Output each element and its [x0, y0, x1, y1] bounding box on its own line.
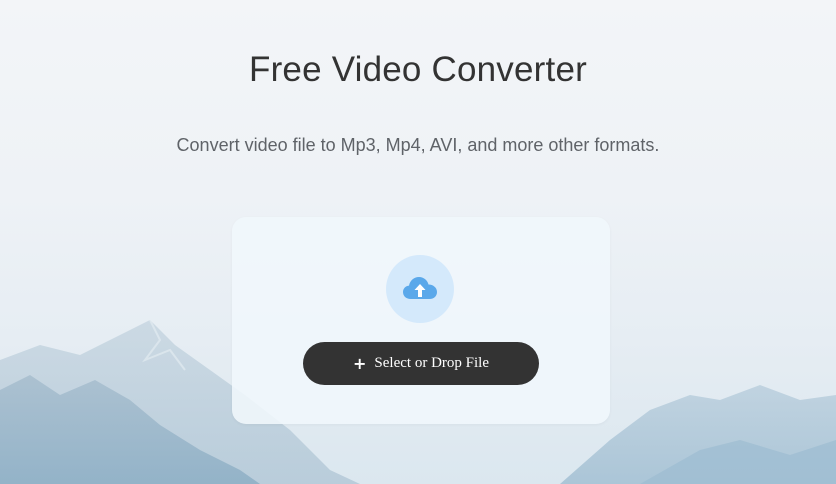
select-button-label: Select or Drop File: [374, 355, 489, 371]
cloud-upload-icon: [386, 255, 454, 323]
upload-dropzone[interactable]: + Select or Drop File: [232, 217, 610, 424]
page-subtitle: Convert video file to Mp3, Mp4, AVI, and…: [176, 135, 660, 155]
page-title: Free Video Converter: [249, 50, 587, 89]
cloud-upload-glyph: [403, 277, 437, 299]
plus-icon: +: [353, 353, 367, 373]
select-or-drop-file-button[interactable]: + Select or Drop File: [303, 342, 539, 385]
